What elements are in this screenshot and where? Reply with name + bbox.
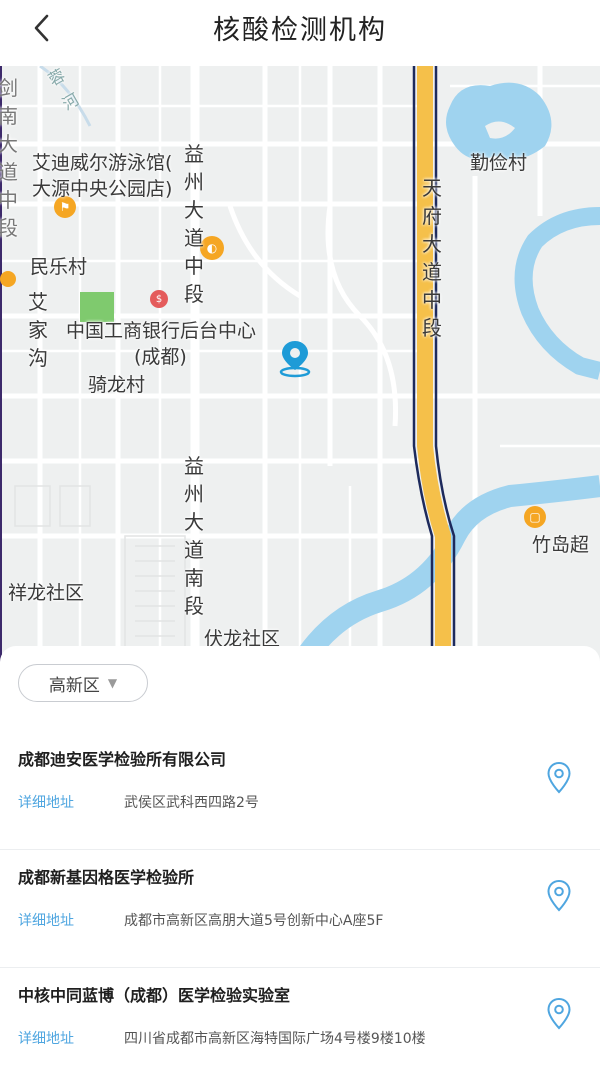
map-label-qinjian: 勤俭村 [470, 152, 528, 174]
map-label-minle: 民乐村 [30, 256, 88, 278]
map-label-icbc-line2: (成都) [134, 346, 187, 368]
road-label-yizhou-mid: 益州大道中段 [184, 142, 204, 306]
address-label: 详细地址 [18, 913, 74, 929]
app-header: 核酸检测机构 [0, 0, 600, 66]
road-label-left: 剑南大道中段 [0, 76, 18, 240]
map-label-xianglong: 祥龙社区 [8, 582, 85, 604]
institution-name: 成都迪安医学检验所有限公司 [18, 750, 227, 769]
map-label-aijiagou: 艾家沟 [28, 290, 48, 370]
map-label-pool: 艾迪威尔游泳馆( [32, 152, 173, 174]
page-title: 核酸检测机构 [213, 15, 387, 46]
location-pin-icon[interactable] [544, 760, 574, 796]
road-label-yizhou-south: 益州大道南段 [184, 454, 204, 618]
institution-address: 四川省成都市高新区海特国际广场4号楼9楼10楼 [124, 1031, 426, 1047]
institution-name: 成都新基因格医学检验所 [18, 868, 195, 887]
map-label-qilong: 骑龙村 [88, 374, 146, 396]
address-label: 详细地址 [18, 1031, 74, 1047]
bank-icon[interactable]: $ [150, 290, 168, 308]
map-label-icbc: 中国工商银行后台中心 [66, 320, 257, 342]
institution-item[interactable]: 成都迪安医学检验所有限公司 详细地址 武侯区武科西四路2号 [0, 732, 600, 850]
map-pin-icon[interactable] [276, 338, 314, 378]
institution-name: 中核中同蓝博（成都）医学检验实验室 [18, 986, 291, 1005]
location-pin-icon[interactable] [544, 878, 574, 914]
map-label-zhudao: 竹岛超 [532, 534, 590, 556]
district-select-value: 高新区 [48, 675, 100, 696]
institution-address: 成都市高新区高朋大道5号创新中心A座5F [124, 913, 384, 929]
location-pin-icon[interactable] [544, 996, 574, 1032]
institution-item[interactable]: 中核中同蓝博（成都）医学检验实验室 详细地址 四川省成都市高新区海特国际广场4号… [0, 968, 600, 1066]
institution-panel: 高新区 ▼ 成都迪安医学检验所有限公司 详细地址 武侯区武科西四路2号 成都新基… [0, 646, 600, 1066]
institution-address: 武侯区武科西四路2号 [124, 795, 259, 811]
poi-edge-icon[interactable] [0, 271, 16, 287]
shop-poi-icon[interactable]: ▢ [524, 506, 546, 528]
map-label-pool-line2: 大源中央公园店) [32, 178, 173, 200]
institution-item[interactable]: 成都新基因格医学检验所 详细地址 成都市高新区高朋大道5号创新中心A座5F [0, 850, 600, 968]
map-view[interactable]: ⚑ ◐ $ ▢ 艾迪威尔游泳馆( 大源中央公园店) 勤俭村 民乐村 中国工商银行… [0, 66, 600, 666]
road-label-tianfu-mid: 天府大道中段 [422, 176, 442, 340]
chevron-down-icon: ▼ [107, 676, 118, 690]
address-label: 详细地址 [18, 795, 74, 811]
district-select[interactable]: 高新区 ▼ [18, 664, 148, 702]
